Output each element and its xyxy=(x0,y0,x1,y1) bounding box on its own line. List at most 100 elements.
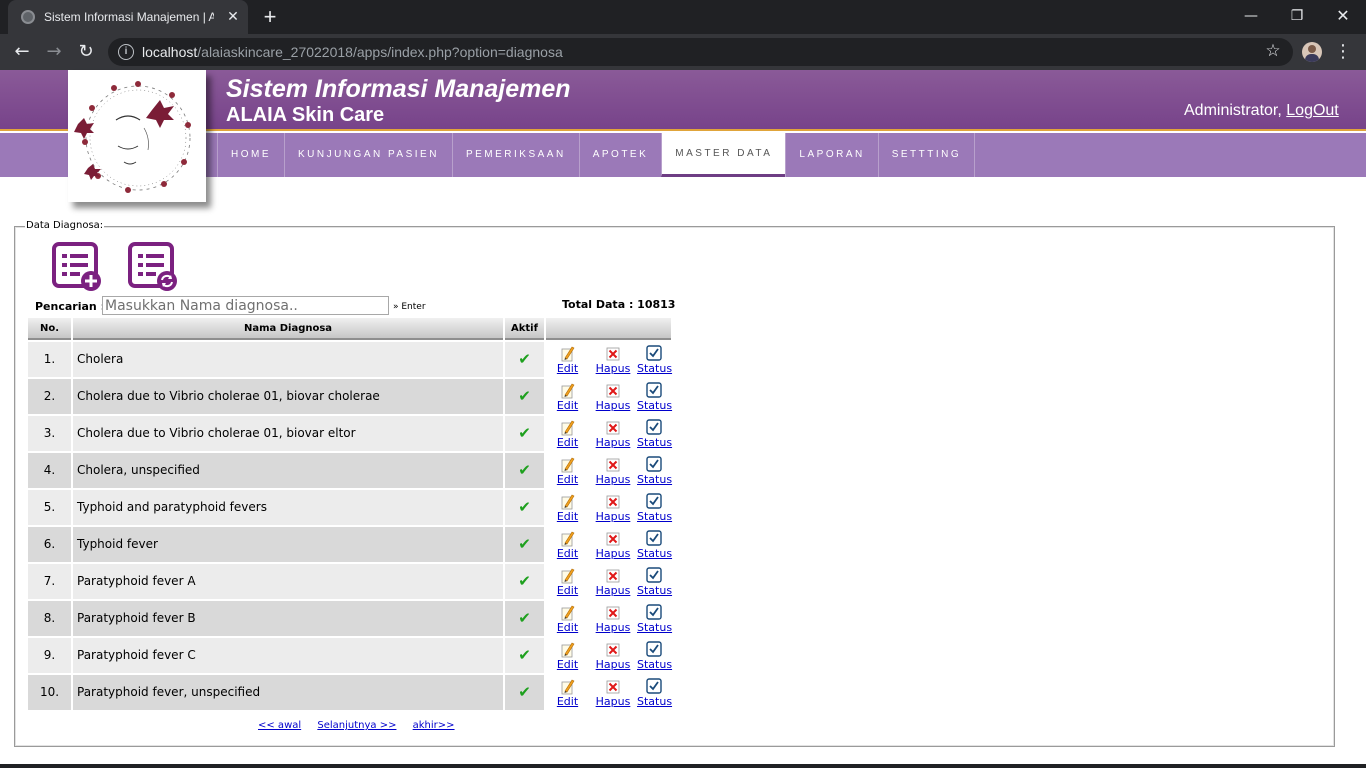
status-label: Status xyxy=(637,695,673,708)
delete-button[interactable]: Hapus xyxy=(591,342,635,377)
edit-button[interactable]: Edit xyxy=(546,527,589,562)
status-label: Status xyxy=(637,362,673,375)
delete-cell: Hapus xyxy=(591,564,635,599)
menu-apotek[interactable]: APOTEK xyxy=(578,133,662,177)
logout-link[interactable]: LogOut xyxy=(1286,102,1338,119)
delete-button[interactable]: Hapus xyxy=(591,638,635,673)
add-diagnosa-icon[interactable] xyxy=(52,242,102,292)
delete-button[interactable]: Hapus xyxy=(591,675,635,710)
delete-cell: Hapus xyxy=(591,601,635,636)
edit-button[interactable]: Edit xyxy=(546,342,589,377)
delete-label: Hapus xyxy=(595,510,631,523)
status-label: Status xyxy=(637,584,673,597)
active-cell: ✔ xyxy=(505,564,544,599)
row-number: 7. xyxy=(28,564,71,599)
edit-label: Edit xyxy=(556,547,579,560)
status-button[interactable]: Status xyxy=(637,453,673,488)
status-button[interactable]: Status xyxy=(637,564,673,599)
status-cell: Status xyxy=(637,564,673,599)
menu-master-data[interactable]: MASTER DATA xyxy=(661,133,786,177)
address-bar[interactable]: i localhost/alaiaskincare_27022018/apps/… xyxy=(108,38,1293,66)
status-button[interactable]: Status xyxy=(637,416,672,451)
delete-cell: Hapus xyxy=(591,675,635,710)
close-icon[interactable]: ✕ xyxy=(224,7,242,27)
restore-button[interactable]: ❐ xyxy=(1274,2,1320,30)
edit-button[interactable]: Edit xyxy=(546,379,589,414)
table-row: 8. Paratyphoid fever B ✔ Edit Hapus Status xyxy=(28,601,672,638)
status-label: Status xyxy=(637,658,673,671)
status-label: Status xyxy=(637,473,673,486)
delete-button[interactable]: Hapus xyxy=(591,564,635,599)
table-row: 2. Cholera due to Vibrio cholerae 01, bio… xyxy=(28,379,672,416)
edit-cell: Edit xyxy=(546,490,589,525)
edit-button[interactable]: Edit xyxy=(546,490,589,525)
fieldset-legend: Data Diagnosa: xyxy=(25,220,105,231)
delete-button[interactable]: Hapus xyxy=(591,527,635,562)
check-icon: ✔ xyxy=(518,609,531,627)
menu-home[interactable]: HOME xyxy=(217,133,284,177)
edit-cell: Edit xyxy=(546,527,589,562)
edit-label: Edit xyxy=(556,399,579,412)
globe-icon xyxy=(21,10,35,24)
delete-label: Hapus xyxy=(595,399,631,412)
edit-button[interactable]: Edit xyxy=(546,564,589,599)
profile-avatar[interactable] xyxy=(1302,42,1322,62)
status-button[interactable]: Status xyxy=(637,342,673,377)
menu-setting[interactable]: SETTTING xyxy=(877,133,976,177)
bookmark-star-icon[interactable]: ☆ xyxy=(1263,41,1283,61)
browser-tab[interactable]: Sistem Informasi Manajemen | AL ✕ xyxy=(8,0,248,34)
status-cell: Status xyxy=(637,490,672,525)
row-number: 2. xyxy=(28,379,71,414)
minimize-button[interactable]: — xyxy=(1228,2,1274,30)
forward-button[interactable]: → xyxy=(42,40,66,64)
back-button[interactable]: ← xyxy=(10,40,34,64)
table-row: 5. Typhoid and paratyphoid fevers ✔ Edit Hap… xyxy=(28,490,672,527)
edit-button[interactable]: Edit xyxy=(546,416,589,451)
info-icon[interactable]: i xyxy=(118,44,134,60)
first-page-link[interactable]: << awal xyxy=(258,720,301,731)
last-page-link[interactable]: akhir>> xyxy=(413,720,455,731)
delete-cell: Hapus xyxy=(591,453,635,488)
refresh-list-icon[interactable] xyxy=(128,242,178,292)
column-header-aktif: Aktif xyxy=(505,318,544,340)
table-row: 4. Cholera, unspecified ✔ Edit Hapus Status xyxy=(28,453,673,490)
next-page-link[interactable]: Selanjutnya >> xyxy=(317,720,396,731)
edit-button[interactable]: Edit xyxy=(546,638,589,673)
delete-cell: Hapus xyxy=(591,638,635,673)
status-button[interactable]: Status xyxy=(637,675,673,710)
column-header-actions xyxy=(546,318,671,340)
status-button[interactable]: Status xyxy=(637,638,673,673)
menu-kunjungan-pasien[interactable]: KUNJUNGAN PASIEN xyxy=(284,133,452,177)
edit-button[interactable]: Edit xyxy=(546,601,589,636)
menu-pemeriksaan[interactable]: PEMERIKSAAN xyxy=(451,133,579,177)
table-row: 3. Cholera due to Vibrio cholerae 01, bio… xyxy=(28,416,672,453)
status-button[interactable]: Status xyxy=(637,601,672,636)
delete-button[interactable]: Hapus xyxy=(591,490,635,525)
delete-label: Hapus xyxy=(595,436,631,449)
window-close-button[interactable]: ✕ xyxy=(1320,2,1366,30)
delete-button[interactable]: Hapus xyxy=(591,416,635,451)
status-cell: Status xyxy=(637,601,672,636)
new-tab-button[interactable]: + xyxy=(258,5,282,29)
edit-label: Edit xyxy=(556,621,579,634)
delete-button[interactable]: Hapus xyxy=(591,601,635,636)
user-area: Administrator, LogOut xyxy=(1184,102,1339,120)
reload-button[interactable]: ↻ xyxy=(74,40,98,64)
search-input[interactable] xyxy=(102,296,389,315)
status-button[interactable]: Status xyxy=(637,490,672,525)
browser-toolbar: ← → ↻ i localhost/alaiaskincare_27022018… xyxy=(0,34,1366,70)
menu-laporan[interactable]: LAPORAN xyxy=(785,133,877,177)
status-button[interactable]: Status xyxy=(637,527,672,562)
delete-button[interactable]: Hapus xyxy=(591,453,635,488)
row-number: 3. xyxy=(28,416,71,451)
edit-button[interactable]: Edit xyxy=(546,675,589,710)
edit-cell: Edit xyxy=(546,601,589,636)
status-cell: Status xyxy=(637,638,673,673)
more-menu-icon[interactable]: ⋮ xyxy=(1334,40,1352,64)
edit-cell: Edit xyxy=(546,675,589,710)
check-icon: ✔ xyxy=(518,461,531,479)
edit-cell: Edit xyxy=(546,453,589,488)
status-button[interactable]: Status xyxy=(637,379,672,414)
delete-button[interactable]: Hapus xyxy=(591,379,635,414)
edit-button[interactable]: Edit xyxy=(546,453,589,488)
